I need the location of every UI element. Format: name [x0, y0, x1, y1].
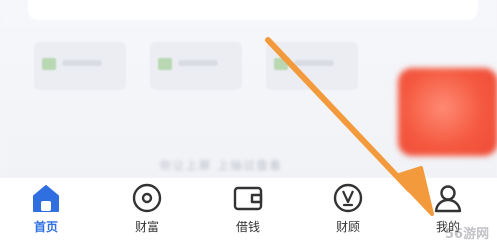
product-card[interactable] [34, 42, 126, 90]
product-card[interactable] [266, 42, 358, 90]
product-text-line [178, 60, 218, 66]
top-card [28, 0, 478, 20]
product-text-line [294, 60, 334, 66]
tab-home[interactable]: 首页 [6, 178, 86, 244]
tab-advisor[interactable]: 财顾 [308, 178, 388, 244]
section-caption: 你让上屏 上抽过盘着 [160, 159, 283, 172]
product-card[interactable] [150, 42, 242, 90]
profile-icon [434, 185, 462, 213]
bottom-tab-bar: 首页 财富 借钱 财顾 我的 [0, 178, 497, 244]
watermark: 56游网 [445, 227, 490, 242]
home-icon [33, 185, 59, 212]
product-tag [158, 58, 172, 70]
product-tag [274, 58, 288, 70]
wallet-icon [233, 186, 263, 211]
content-area: 你让上屏 上抽过盘着 [0, 0, 497, 178]
wealth-coin-icon [132, 183, 162, 213]
tab-label: 借钱 [235, 220, 260, 234]
tab-label: 财富 [134, 220, 159, 234]
tab-label: 首页 [33, 220, 58, 234]
tab-label: 财顾 [335, 220, 360, 234]
promo-banner[interactable] [398, 68, 497, 156]
advisor-icon [333, 183, 363, 213]
product-tag [42, 58, 56, 70]
product-text-line [62, 60, 102, 66]
tab-borrow[interactable]: 借钱 [208, 178, 288, 244]
tab-wealth[interactable]: 财富 [107, 178, 187, 244]
